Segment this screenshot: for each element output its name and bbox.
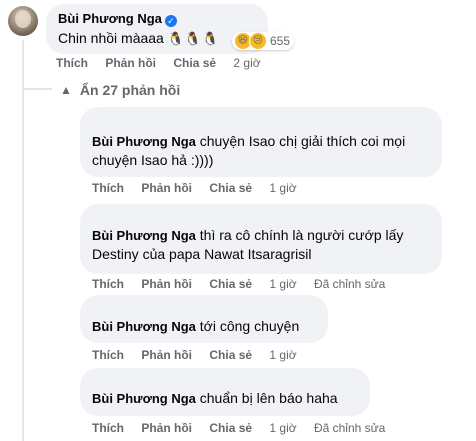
timestamp[interactable]: 1 giờ	[269, 348, 296, 362]
reply-button[interactable]: Phản hồi	[141, 181, 192, 195]
reply-text: tới công chuyện	[199, 318, 300, 334]
share-button[interactable]: Chia sẻ	[209, 181, 252, 195]
share-button[interactable]: Chia sẻ	[209, 277, 252, 291]
reply-button[interactable]: Phản hồi	[141, 277, 192, 291]
reply-button[interactable]: Phản hồi	[141, 421, 192, 435]
comment-author[interactable]: Bùi Phương Nga ✓	[58, 11, 256, 27]
mention-tag[interactable]: Bùi Phương Nga	[92, 319, 196, 334]
reply-actions: Thích Phản hồi Chia sẻ 1 giờ Đã chỉnh sử…	[92, 277, 399, 291]
hide-replies-button[interactable]: ▲ Ẩn 27 phản hồi	[60, 82, 180, 98]
author-name[interactable]: Bùi Phương Nga	[58, 11, 162, 26]
reply-button[interactable]: Phản hồi	[141, 348, 192, 362]
chevron-up-icon: ▲	[60, 83, 72, 97]
root-comment-actions: Thích Phản hồi Chia sẻ 2 giờ	[56, 56, 275, 70]
comment-text: Chin nhồi màaaa	[58, 30, 164, 46]
reaction-summary[interactable]: 😆 😢 655	[232, 32, 295, 50]
reply-actions: Thích Phản hồi Chia sẻ 1 giờ Đã chỉnh sử…	[92, 421, 399, 435]
timestamp[interactable]: 1 giờ	[269, 277, 296, 291]
edited-label[interactable]: Đã chỉnh sửa	[314, 277, 385, 291]
like-button[interactable]: Thích	[92, 348, 124, 362]
share-button[interactable]: Chia sẻ	[209, 421, 252, 435]
mention-tag[interactable]: Bùi Phương Nga	[92, 228, 196, 243]
thread-line	[22, 40, 24, 441]
reply-bubble: Bùi Phương Nga thì ra cô chính là người …	[80, 204, 442, 274]
timestamp[interactable]: 2 giờ	[233, 56, 260, 70]
reply-bubble: Bùi Phương Nga tới công chuyện	[80, 295, 328, 343]
like-button[interactable]: Thích	[56, 56, 88, 70]
avatar[interactable]	[8, 6, 38, 36]
reply-bubble: Bùi Phương Nga chuẩn bị lên báo haha	[80, 368, 370, 416]
hide-replies-label: Ẩn 27 phản hồi	[79, 82, 181, 98]
timestamp[interactable]: 1 giờ	[269, 181, 296, 195]
reply-text: chuẩn bị lên báo haha	[199, 390, 338, 406]
mention-tag[interactable]: Bùi Phương Nga	[92, 134, 196, 149]
reaction-count: 655	[270, 34, 291, 48]
like-button[interactable]: Thích	[92, 181, 124, 195]
share-button[interactable]: Chia sẻ	[209, 348, 252, 362]
penguin-emoji: 🐧🐧🐧	[167, 31, 220, 46]
reply-button[interactable]: Phản hồi	[105, 56, 156, 70]
reply-actions: Thích Phản hồi Chia sẻ 1 giờ	[92, 181, 311, 195]
reply-bubble: Bùi Phương Nga chuyện Isao chị giải thíc…	[80, 107, 442, 177]
sad-reaction-icon: 😢	[249, 32, 267, 50]
reply-actions: Thích Phản hồi Chia sẻ 1 giờ	[92, 348, 311, 362]
timestamp[interactable]: 1 giờ	[269, 421, 296, 435]
share-button[interactable]: Chia sẻ	[173, 56, 216, 70]
mention-tag[interactable]: Bùi Phương Nga	[92, 391, 196, 406]
thread-line-branch	[22, 88, 52, 90]
like-button[interactable]: Thích	[92, 421, 124, 435]
edited-label[interactable]: Đã chỉnh sửa	[314, 421, 385, 435]
like-button[interactable]: Thích	[92, 277, 124, 291]
verified-badge-icon: ✓	[164, 15, 177, 27]
